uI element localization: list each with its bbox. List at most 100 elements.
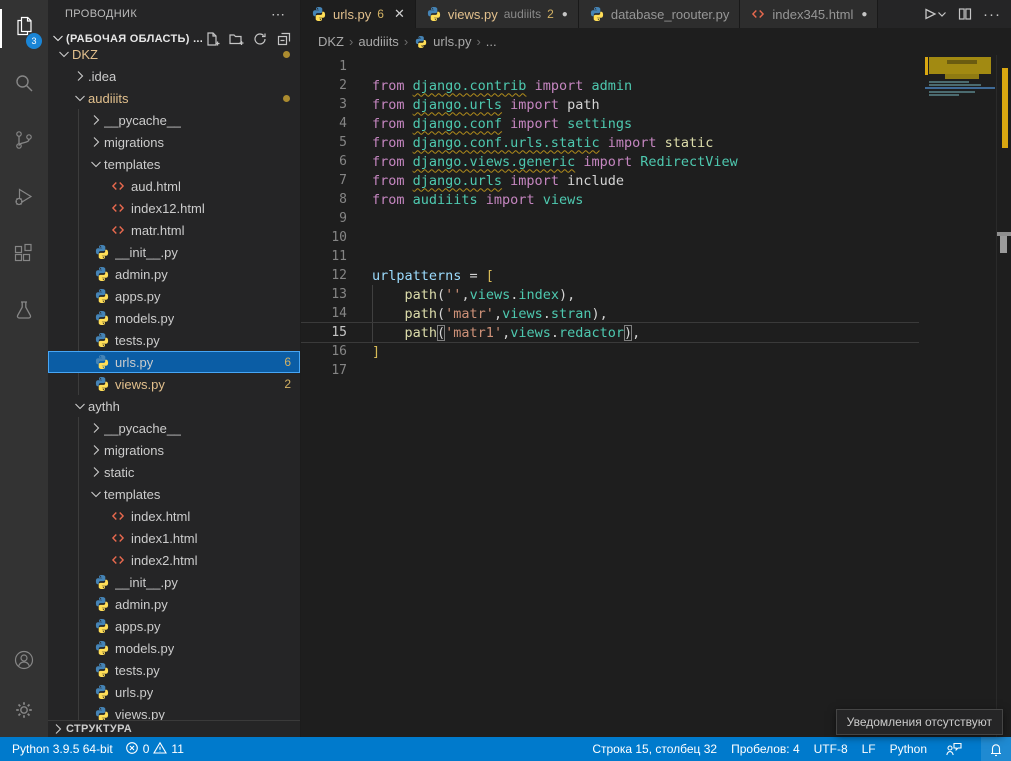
python-version-status[interactable]: Python 3.9.5 64-bit	[12, 742, 113, 756]
activity-bar-item-extensions[interactable]	[0, 228, 48, 285]
more-actions-icon[interactable]: ⋯	[271, 6, 286, 23]
activity-bar-item-search[interactable]	[0, 57, 48, 114]
tree-item-migrations[interactable]: migrations	[48, 439, 300, 461]
tree-item-aud.html[interactable]: aud.html	[48, 175, 300, 197]
tree-item-label: index.html	[131, 509, 190, 524]
sidebar-title: ПРОВОДНИК	[65, 8, 137, 20]
tab-database_roouter.py[interactable]: database_roouter.py	[579, 0, 741, 28]
tree-item-__pycache__[interactable]: __pycache__	[48, 109, 300, 131]
collapse-all-icon[interactable]	[274, 29, 294, 49]
breadcrumb-item-DKZ[interactable]: DKZ	[318, 34, 344, 49]
tree-item-migrations[interactable]: migrations	[48, 131, 300, 153]
code-line-10[interactable]: 10	[301, 228, 919, 247]
split-editor-icon	[957, 6, 973, 22]
tree-item-index12.html[interactable]: index12.html	[48, 197, 300, 219]
language-mode-status[interactable]: Python	[890, 742, 927, 756]
code-line-13[interactable]: 13 path('',views.index),	[301, 285, 919, 304]
tree-item-index1.html[interactable]: index1.html	[48, 527, 300, 549]
activity-bar-item-explorer[interactable]: 3	[0, 0, 48, 57]
workspace-section-header[interactable]: (РАБОЧАЯ ОБЛАСТЬ) ...	[48, 28, 300, 50]
tree-item-templates[interactable]: templates	[48, 483, 300, 505]
tab-index345.html[interactable]: index345.html●	[740, 0, 878, 28]
tree-item-admin.py[interactable]: admin.py	[48, 263, 300, 285]
code-line-6[interactable]: 6from django.views.generic import Redire…	[301, 152, 919, 171]
overview-ruler[interactable]	[996, 55, 1011, 737]
tree-item-tests.py[interactable]: tests.py	[48, 659, 300, 681]
tree-item-audiiits[interactable]: audiiits	[48, 87, 300, 109]
code-line-15[interactable]: 15 path('matr1',views.redactor),	[301, 323, 919, 342]
problems-badge: 2	[284, 377, 291, 391]
tree-item-__init__.py[interactable]: __init__.py	[48, 241, 300, 263]
tree-item-__pycache__[interactable]: __pycache__	[48, 417, 300, 439]
code-line-5[interactable]: 5from django.conf.urls.static import sta…	[301, 133, 919, 152]
problems-status[interactable]: 0 11	[125, 741, 184, 758]
tree-item-views.py[interactable]: views.py	[48, 703, 300, 720]
tree-item-DKZ[interactable]: DKZ	[48, 50, 300, 65]
bell-icon[interactable]	[981, 737, 1011, 761]
breadcrumb-item-urls.py[interactable]: urls.py	[413, 34, 471, 50]
tree-item-admin.py[interactable]: admin.py	[48, 593, 300, 615]
code-line-11[interactable]: 11	[301, 247, 919, 266]
tree-item-index2.html[interactable]: index2.html	[48, 549, 300, 571]
activity-bar-item-testing[interactable]	[0, 285, 48, 342]
tree-item-aythh[interactable]: aythh	[48, 395, 300, 417]
outline-section-header[interactable]: СТРУКТУРА	[48, 720, 300, 737]
code-line-9[interactable]: 9	[301, 209, 919, 228]
tree-item-matr.html[interactable]: matr.html	[48, 219, 300, 241]
tree-item-models.py[interactable]: models.py	[48, 307, 300, 329]
tree-item-index.html[interactable]: index.html	[48, 505, 300, 527]
indentation-status[interactable]: Пробелов: 4	[731, 742, 800, 756]
tree-item-apps.py[interactable]: apps.py	[48, 615, 300, 637]
eol-status[interactable]: LF	[862, 742, 876, 756]
activity-bar-item-source-control[interactable]	[0, 114, 48, 171]
tree-item-templates[interactable]: templates	[48, 153, 300, 175]
chevron-right-icon	[88, 112, 104, 128]
tree-item-tests.py[interactable]: tests.py	[48, 329, 300, 351]
more-actions-button[interactable]: ···	[983, 6, 1001, 23]
tree-item-label: __init__.py	[115, 575, 178, 590]
tree-item-models.py[interactable]: models.py	[48, 637, 300, 659]
code-line-4[interactable]: 4from django.conf import settings	[301, 114, 919, 133]
breadcrumb-item-...[interactable]: ...	[486, 34, 497, 49]
tree-item-static[interactable]: static	[48, 461, 300, 483]
feedback-icon[interactable]	[941, 737, 967, 761]
tree-item-urls.py[interactable]: urls.py6	[48, 351, 300, 373]
code-line-16[interactable]: 16]	[301, 342, 919, 361]
code-line-12[interactable]: 12urlpatterns = [	[301, 266, 919, 285]
minimap[interactable]	[925, 55, 995, 175]
tree-item-urls.py[interactable]: urls.py	[48, 681, 300, 703]
code-line-17[interactable]: 17	[301, 361, 919, 380]
tab-urls.py[interactable]: urls.py6✕	[301, 0, 416, 28]
code-line-8[interactable]: 8from audiiits import views	[301, 190, 919, 209]
tree-item-views.py[interactable]: views.py2	[48, 373, 300, 395]
activity-bar-item-account[interactable]	[0, 637, 48, 687]
tab-views.py[interactable]: views.pyaudiiits2●	[416, 0, 579, 28]
editor-code-area[interactable]: 12from django.contrib import admin3from …	[301, 55, 1011, 737]
tree-item-__init__.py[interactable]: __init__.py	[48, 571, 300, 593]
new-file-icon[interactable]	[202, 29, 222, 49]
python-icon	[94, 618, 110, 634]
tree-item-.idea[interactable]: .idea	[48, 65, 300, 87]
code-line-2[interactable]: 2from django.contrib import admin	[301, 76, 919, 95]
split-editor-button[interactable]	[957, 6, 973, 22]
code-line-1[interactable]: 1	[301, 57, 919, 76]
chevron-down-icon	[88, 156, 104, 172]
cursor-position-status[interactable]: Строка 15, столбец 32	[592, 742, 717, 756]
tree-item-apps.py[interactable]: apps.py	[48, 285, 300, 307]
encoding-status[interactable]: UTF-8	[814, 742, 848, 756]
activity-bar-item-settings[interactable]	[0, 687, 48, 737]
breadcrumb-item-audiiits[interactable]: audiiits	[358, 34, 398, 49]
tree-item-label: models.py	[115, 311, 174, 326]
tree-item-label: apps.py	[115, 289, 161, 304]
code-line-7[interactable]: 7from django.urls import include	[301, 171, 919, 190]
refresh-icon[interactable]	[250, 29, 270, 49]
code-line-14[interactable]: 14 path('matr',views.stran),	[301, 304, 919, 323]
outline-label: СТРУКТУРА	[66, 723, 132, 735]
new-folder-icon[interactable]	[226, 29, 246, 49]
close-icon[interactable]: ✕	[394, 6, 405, 22]
problems-badge: 6	[284, 355, 291, 369]
activity-bar-item-run-debug[interactable]	[0, 171, 48, 228]
code-line-3[interactable]: 3from django.urls import path	[301, 95, 919, 114]
chevron-down-icon	[50, 30, 66, 49]
run-button[interactable]	[921, 6, 947, 22]
